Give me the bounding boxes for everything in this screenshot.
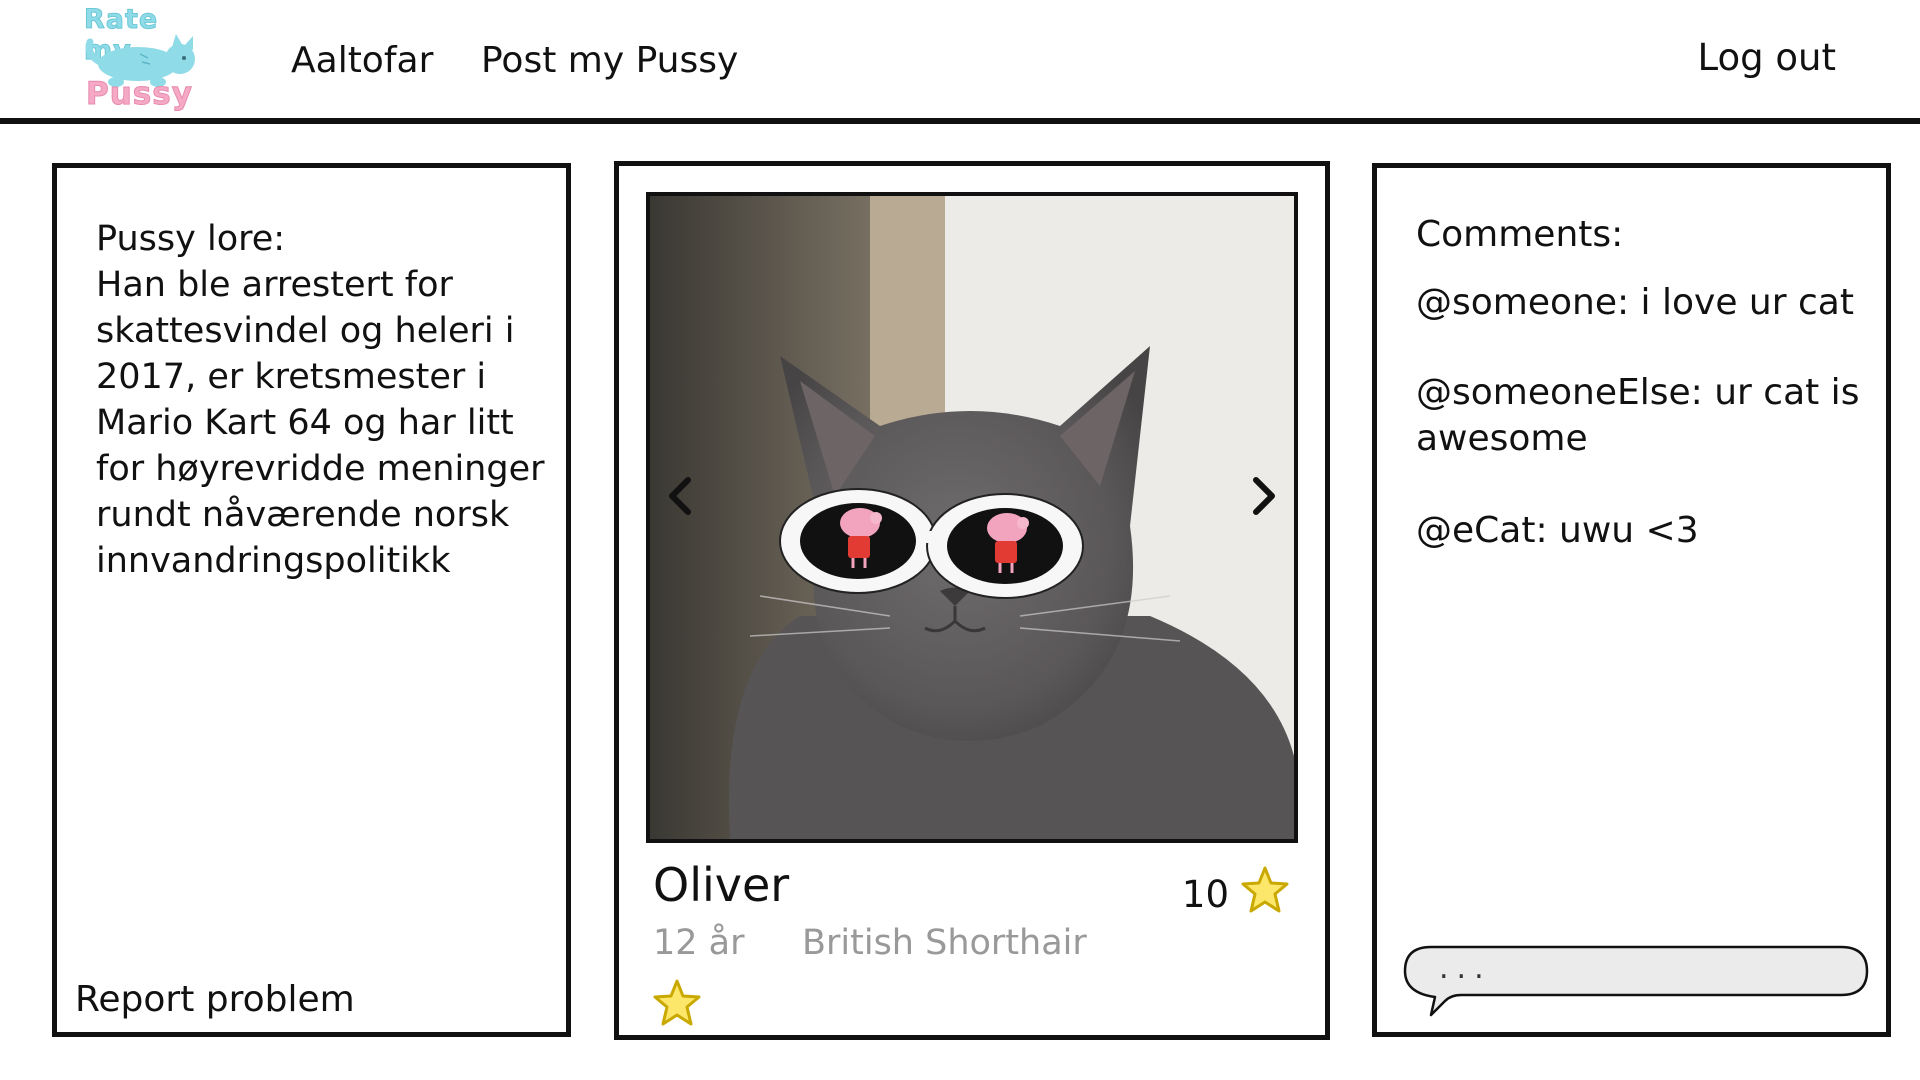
nav-link-aaltofar[interactable]: Aaltofar [291,40,433,81]
comment-item: @someone: i love ur cat [1416,282,1854,323]
nav-link-post-my-pussy[interactable]: Post my Pussy [481,40,738,81]
rate-star-icon[interactable] [651,978,703,1028]
comments-panel: Comments: @someone: i love ur cat @someo… [1372,163,1891,1037]
logo-text-bottom: Pussy [86,76,193,113]
lore-text: Han ble arrestert for skattesvindel og h… [96,265,545,581]
comment-item: @someoneElse: ur cat is awesome [1416,372,1860,459]
site-logo[interactable]: Rate my Pussy [80,4,210,120]
top-navbar: Rate my Pussy Aaltofar Post my Pussy Log… [0,0,1920,124]
lore-panel: Pussy lore: Han ble arrestert for skatte… [52,163,571,1037]
lore-title: Pussy lore: [96,219,286,259]
rating-value: 10 [1181,873,1229,916]
logout-button[interactable]: Log out [1698,36,1836,79]
comment-item: @eCat: uwu <3 [1416,510,1699,551]
comment-input[interactable]: ... [1401,943,1871,1023]
cat-breed: British Shorthair [802,923,1087,963]
comments-title: Comments: [1416,214,1624,255]
cat-photo-carousel[interactable] [646,192,1298,843]
comment-input-placeholder: ... [1439,951,1492,986]
cat-rating: 10 [1182,860,1291,920]
cat-name: Oliver [653,858,790,912]
report-problem-link[interactable]: Report problem [75,979,355,1020]
chevron-left-icon[interactable] [660,466,700,526]
star-icon [1241,866,1289,913]
chevron-right-icon[interactable] [1244,466,1284,526]
cat-photo [650,196,1294,839]
cat-card: Oliver 10 12 år British Shorthair [614,161,1330,1040]
cat-age: 12 år [653,923,745,963]
